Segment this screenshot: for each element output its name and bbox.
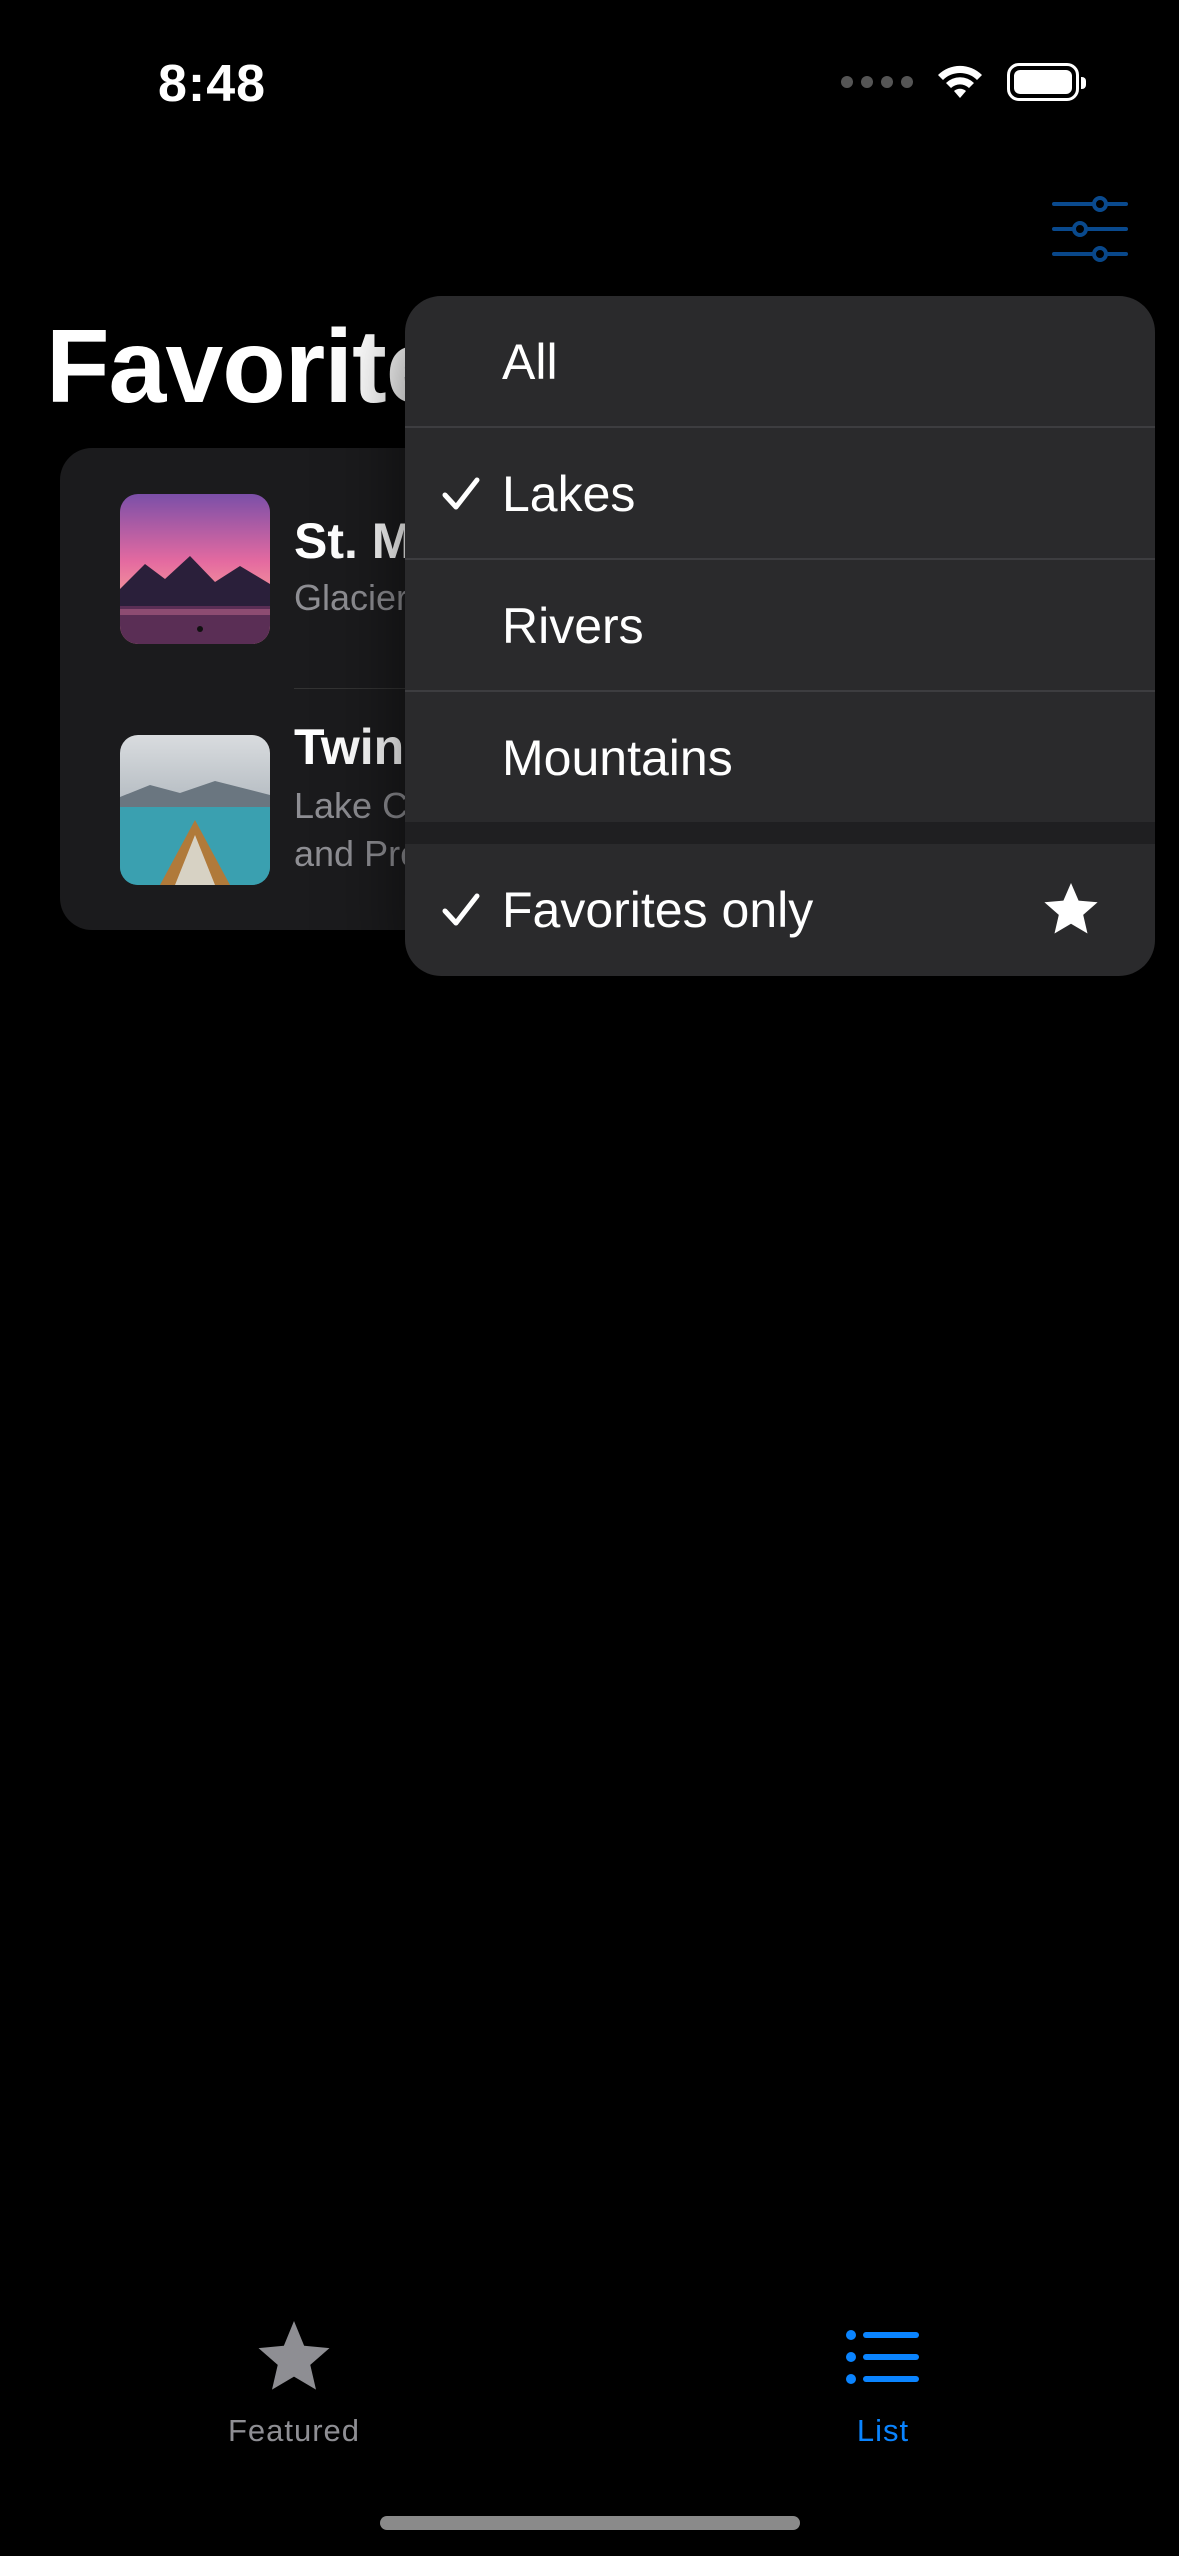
menu-item-lakes[interactable]: Lakes xyxy=(405,428,1155,559)
filter-menu: All Lakes Rivers Mountains Favorites onl… xyxy=(405,296,1155,976)
menu-item-label: Mountains xyxy=(502,729,733,786)
menu-item-label: Favorites only xyxy=(502,882,814,938)
star-icon xyxy=(258,2321,330,2390)
home-indicator[interactable] xyxy=(380,2516,800,2530)
star-icon xyxy=(1044,883,1098,934)
menu-item-label: All xyxy=(502,333,558,390)
tab-label: Featured xyxy=(227,2413,361,2448)
menu-item-all[interactable]: All xyxy=(405,296,1155,427)
checkmark-icon xyxy=(442,893,480,926)
menu-section-gap xyxy=(405,822,1155,844)
list-icon xyxy=(846,2330,919,2384)
filter-sliders-icon[interactable] xyxy=(1050,196,1130,262)
menu-item-label: Lakes xyxy=(502,465,636,522)
menu-item-mountains[interactable]: Mountains xyxy=(405,692,1155,823)
status-time: 8:48 xyxy=(158,55,267,113)
status-icons xyxy=(841,62,1086,102)
menu-item-favorites-only[interactable]: Favorites only xyxy=(405,844,1155,976)
landmark-thumbnail xyxy=(120,735,270,885)
battery-icon xyxy=(1007,63,1086,101)
checkmark-icon xyxy=(442,477,480,509)
menu-item-label: Rivers xyxy=(502,597,644,654)
landmark-thumbnail xyxy=(120,494,270,644)
cellular-signal-icon xyxy=(841,76,913,88)
tab-featured[interactable]: Featured xyxy=(184,2318,404,2449)
tab-label: List xyxy=(856,2413,910,2448)
menu-item-rivers[interactable]: Rivers xyxy=(405,560,1155,691)
tab-list[interactable]: List xyxy=(773,2318,993,2449)
wifi-icon xyxy=(938,65,982,98)
